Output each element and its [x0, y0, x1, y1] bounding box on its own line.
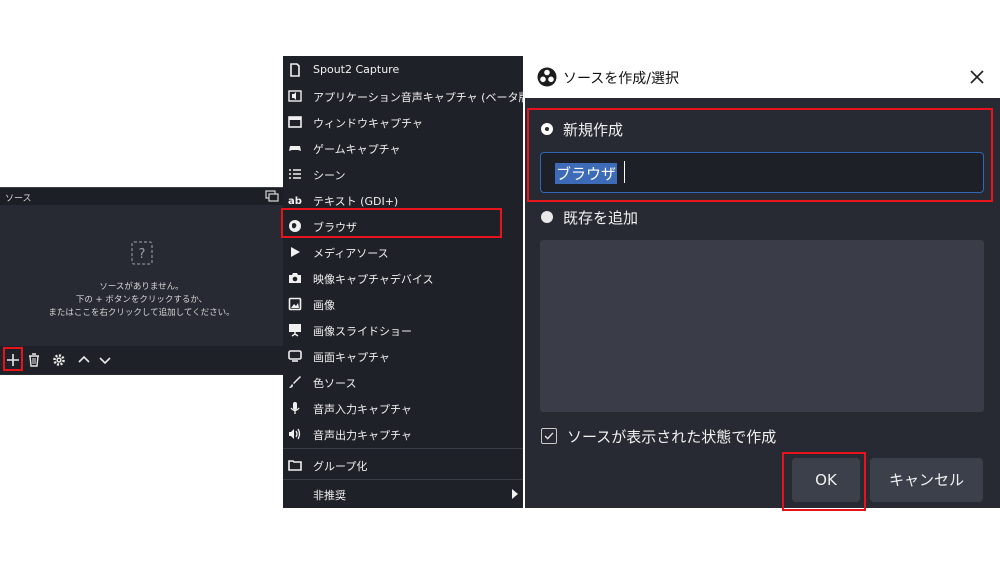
browser-item-highlight — [281, 208, 502, 238]
make-visible-checkbox[interactable] — [541, 428, 557, 444]
menu-item-label: 色ソース — [313, 377, 357, 390]
ok-button-highlight — [782, 452, 866, 511]
slideshow-icon — [289, 324, 301, 337]
monitor-icon — [288, 350, 302, 362]
menu-item-deprecated[interactable]: 非推奨 — [283, 481, 523, 507]
dialog-titlebar: ソースを作成/選択 — [525, 56, 1000, 98]
menu-separator — [283, 448, 523, 449]
menu-item-label: 音声出力キャプチャ — [313, 429, 412, 442]
list-icon — [289, 169, 301, 179]
trash-icon[interactable] — [25, 351, 43, 369]
menu-item-label: Spout2 Capture — [313, 63, 400, 76]
make-visible-label: ソースが表示された状態で作成 — [567, 428, 777, 446]
existing-source-label: 既存を追加 — [563, 209, 639, 227]
empty-message-line: またはここを右クリックして追加してください。 — [48, 308, 235, 318]
menu-item-application-audio[interactable]: アプリケーション音声キャプチャ (ベータ版) — [283, 83, 534, 109]
menu-item-video-capture-device[interactable]: 映像キャプチャデバイス — [283, 265, 523, 291]
empty-message-line: ソースがありません。 — [99, 282, 184, 292]
menu-item-image-slideshow[interactable]: 画像スライドショー — [283, 317, 523, 343]
chevron-down-icon[interactable] — [96, 351, 114, 369]
submenu-arrow-icon — [512, 489, 518, 499]
menu-item-game-capture[interactable]: ゲームキャプチャ — [283, 135, 523, 161]
svg-text:ab: ab — [288, 196, 302, 207]
cancel-button[interactable]: キャンセル — [870, 458, 983, 502]
menu-item-window-capture[interactable]: ウィンドウキャプチャ — [283, 109, 523, 135]
menu-item-label: 映像キャプチャデバイス — [313, 273, 434, 286]
menu-item-spout2-capture[interactable]: Spout2 Capture — [283, 57, 523, 83]
gear-icon[interactable] — [50, 351, 68, 369]
camera-icon — [289, 273, 301, 283]
sources-title: ソース — [5, 194, 32, 204]
menu-item-audio-input-capture[interactable]: 音声入力キャプチャ — [283, 395, 523, 421]
sources-toolbar — [0, 346, 283, 374]
menu-item-audio-output-capture[interactable]: 音声出力キャプチャ — [283, 421, 523, 447]
menu-item-display-capture[interactable]: 画面キャプチャ — [283, 343, 523, 369]
menu-item-label: テキスト (GDI+) — [313, 195, 399, 208]
menu-separator — [283, 479, 523, 480]
image-icon — [288, 297, 302, 311]
file-icon — [290, 63, 300, 77]
window-icon — [288, 116, 302, 128]
menu-item-color-source[interactable]: 色ソース — [283, 369, 523, 395]
menu-item-image[interactable]: 画像 — [283, 291, 523, 317]
menu-item-label: 画像スライドショー — [313, 325, 412, 338]
brush-icon — [289, 376, 301, 388]
new-source-highlight — [527, 108, 993, 202]
text-icon: ab — [288, 196, 302, 207]
chevron-up-icon[interactable] — [75, 351, 93, 369]
menu-item-scene[interactable]: シーン — [283, 161, 523, 187]
menu-item-label: メディアソース — [313, 247, 389, 260]
dialog-title: ソースを作成/選択 — [563, 71, 680, 87]
svg-text:?: ? — [139, 247, 146, 262]
sources-panel[interactable]: ソース ? ソースがありません。 下の + ボタンをクリックするか、 またはここ… — [0, 187, 283, 375]
close-icon[interactable] — [967, 67, 987, 87]
app-audio-icon — [288, 90, 302, 102]
plus-icon[interactable] — [4, 351, 22, 369]
existing-source-radio[interactable] — [541, 211, 553, 223]
menu-item-label: 音声入力キャプチャ — [313, 403, 412, 416]
add-source-menu: Spout2 Capture アプリケーション音声キャプチャ (ベータ版) ウィ… — [283, 56, 534, 508]
menu-item-label: 非推奨 — [313, 489, 346, 502]
popout-icon[interactable] — [265, 190, 279, 202]
menu-item-label: ゲームキャプチャ — [313, 143, 401, 156]
menu-item-label: 画像 — [313, 299, 335, 312]
menu-item-label: ウィンドウキャプチャ — [313, 117, 423, 130]
microphone-icon — [290, 402, 300, 414]
sources-header: ソース — [0, 188, 283, 205]
question-icon: ? — [131, 241, 153, 265]
speaker-icon — [289, 428, 301, 440]
menu-item-label: シーン — [313, 169, 346, 182]
menu-item-label: 画面キャプチャ — [313, 351, 390, 364]
folder-icon — [288, 460, 302, 471]
obs-logo-icon — [537, 67, 557, 87]
menu-item-label: アプリケーション音声キャプチャ (ベータ版) — [313, 91, 534, 104]
play-icon — [291, 247, 300, 257]
gamepad-icon — [289, 146, 301, 151]
empty-message-line: 下の + ボタンをクリックするか、 — [75, 295, 208, 305]
menu-item-label: グループ化 — [313, 460, 368, 473]
menu-item-group[interactable]: グループ化 — [283, 452, 523, 478]
menu-item-media-source[interactable]: メディアソース — [283, 239, 523, 265]
existing-sources-list[interactable] — [540, 240, 984, 412]
